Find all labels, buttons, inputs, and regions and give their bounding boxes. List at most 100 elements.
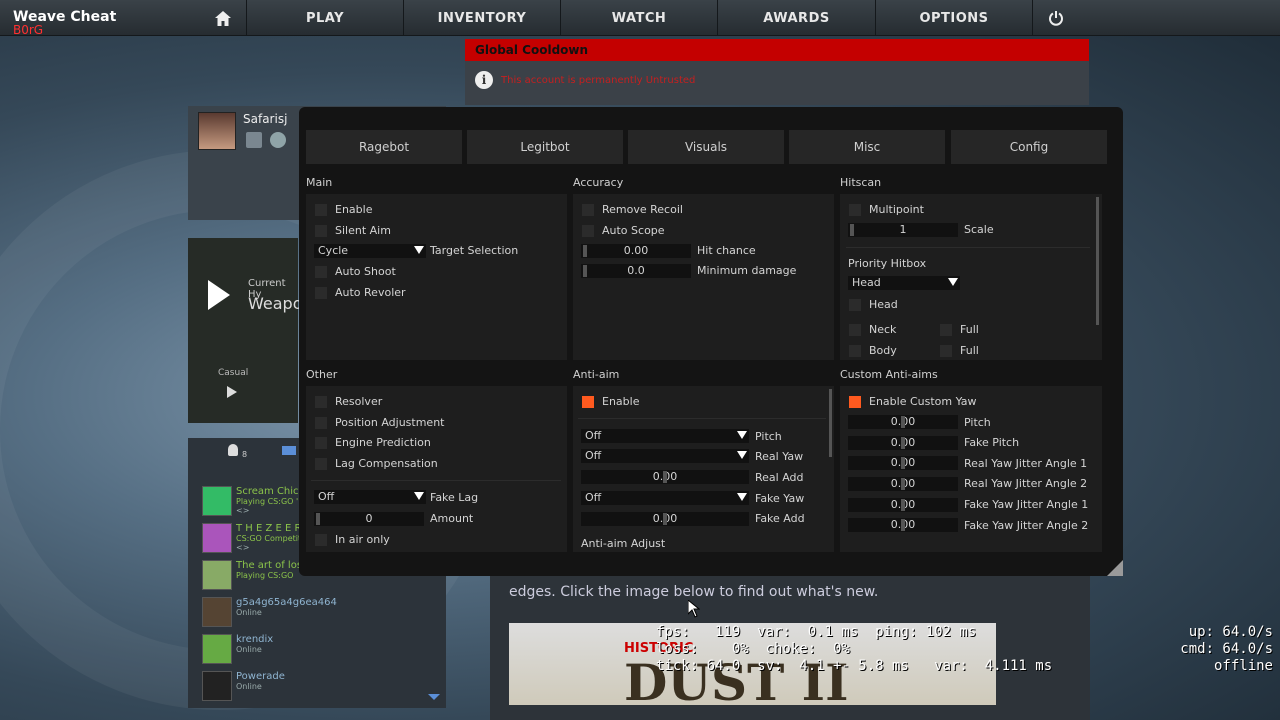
nav-awards-button[interactable]: AWARDS [717, 0, 875, 36]
fake-add-slider[interactable]: 0.00 [581, 512, 749, 526]
priority-hitbox-dropdown[interactable]: Head [848, 276, 960, 290]
minimum-damage-slider[interactable]: 0.0 [581, 264, 691, 278]
checkbox[interactable] [940, 344, 952, 357]
slider-handle[interactable] [901, 499, 905, 511]
fake-yaw-jitter-2-slider[interactable]: 0.00 [848, 518, 958, 532]
anti-aim-group [573, 386, 834, 552]
list-item[interactable]: T H E Z E E R CS:GO Competiti <> [202, 523, 303, 555]
auto-revolver-checkbox[interactable]: Auto Revoler [315, 286, 406, 299]
checkbox[interactable] [315, 203, 327, 216]
tab-visuals[interactable]: Visuals [628, 130, 784, 164]
checkbox[interactable] [315, 286, 327, 299]
real-yaw-jitter-2-slider[interactable]: 0.00 [848, 477, 958, 491]
anti-aim-scrollbar[interactable] [829, 389, 832, 457]
chevron-down-icon[interactable] [428, 694, 440, 700]
checkbox[interactable] [315, 457, 327, 470]
resize-grip[interactable] [1107, 560, 1123, 576]
nav-options-button[interactable]: OPTIONS [875, 0, 1032, 36]
slider-handle[interactable] [316, 513, 320, 525]
checkbox[interactable] [582, 224, 594, 237]
cheat-menu-window[interactable]: Ragebot Legitbot Visuals Misc Config Mai… [299, 107, 1123, 576]
checkbox[interactable] [315, 265, 327, 278]
tab-misc[interactable]: Misc [789, 130, 945, 164]
custom-fake-pitch-slider[interactable]: 0.00 [848, 436, 958, 450]
lag-compensation-checkbox[interactable]: Lag Compensation [315, 457, 438, 470]
netgraph-up: up: 64.0/s [1188, 624, 1273, 640]
auto-scope-checkbox[interactable]: Auto Scope [582, 224, 665, 237]
real-yaw-dropdown[interactable]: Off [581, 449, 749, 463]
mail-icon[interactable] [282, 446, 296, 455]
checkbox[interactable] [849, 344, 861, 357]
in-air-only-checkbox[interactable]: In air only [315, 533, 390, 546]
slider-handle[interactable] [901, 519, 905, 531]
tab-legitbot[interactable]: Legitbot [467, 130, 623, 164]
multipoint-checkbox[interactable]: Multipoint [849, 203, 924, 216]
checkbox[interactable] [849, 395, 861, 408]
nav-watch-button[interactable]: WATCH [560, 0, 717, 36]
scale-slider[interactable]: 1 [848, 223, 958, 237]
auto-shoot-checkbox[interactable]: Auto Shoot [315, 265, 396, 278]
friends-user-icon[interactable] [228, 444, 238, 456]
checkbox[interactable] [849, 203, 861, 216]
pitch-dropdown[interactable]: Off [581, 429, 749, 443]
checkbox[interactable] [315, 395, 327, 408]
hitscan-scrollbar[interactable] [1096, 197, 1099, 325]
play-icon [208, 280, 230, 310]
engine-prediction-checkbox[interactable]: Engine Prediction [315, 436, 431, 449]
fake-lag-dropdown[interactable]: Off [314, 490, 426, 504]
remove-recoil-checkbox[interactable]: Remove Recoil [582, 203, 683, 216]
checkbox[interactable] [849, 323, 861, 336]
checkbox[interactable] [582, 203, 594, 216]
home-icon [215, 10, 231, 26]
hit-chance-slider[interactable]: 0.00 [581, 244, 691, 258]
real-yaw-jitter-1-slider[interactable]: 0.00 [848, 456, 958, 470]
avatar[interactable] [198, 112, 236, 150]
checkbox[interactable] [315, 533, 327, 546]
profile-name[interactable]: Safarisj [243, 112, 287, 126]
body-checkbox[interactable]: Body [849, 344, 897, 357]
main-enable-checkbox[interactable]: Enable [315, 203, 372, 216]
enable-custom-yaw-checkbox[interactable]: Enable Custom Yaw [849, 395, 977, 408]
anti-aim-enable-checkbox[interactable]: Enable [582, 395, 639, 408]
nav-inventory-button[interactable]: INVENTORY [403, 0, 560, 36]
resolver-checkbox[interactable]: Resolver [315, 395, 382, 408]
list-item[interactable]: Powerade Online [202, 671, 285, 703]
power-button[interactable] [1032, 0, 1078, 36]
head-checkbox[interactable]: Head [849, 298, 898, 311]
position-adjustment-checkbox[interactable]: Position Adjustment [315, 416, 444, 429]
body-full-checkbox[interactable]: Full [940, 344, 979, 357]
checkbox[interactable] [315, 416, 327, 429]
fake-yaw-dropdown[interactable]: Off [581, 491, 749, 505]
slider-handle[interactable] [583, 245, 587, 257]
video-panel[interactable]: Current Hy Weapo Casual [188, 238, 302, 423]
slider-handle[interactable] [663, 513, 667, 525]
custom-pitch-slider[interactable]: 0.00 [848, 415, 958, 429]
checkbox[interactable] [582, 395, 594, 408]
home-button[interactable] [200, 0, 246, 36]
tab-ragebot[interactable]: Ragebot [306, 130, 462, 164]
list-item[interactable]: g5a4g65a4g6ea464 Online [202, 597, 337, 629]
slider-handle[interactable] [663, 471, 667, 483]
amount-slider[interactable]: 0 [314, 512, 424, 526]
slider-handle[interactable] [901, 478, 905, 490]
list-item[interactable]: krendix Online [202, 634, 273, 666]
slider-handle[interactable] [901, 437, 905, 449]
list-item[interactable]: The art of los Playing CS:GO [202, 560, 302, 592]
checkbox[interactable] [315, 224, 327, 237]
checkbox[interactable] [849, 298, 861, 311]
target-selection-dropdown[interactable]: Cycle [314, 244, 426, 258]
checkbox[interactable] [940, 323, 952, 336]
slider-handle[interactable] [583, 265, 587, 277]
real-add-slider[interactable]: 0.00 [581, 470, 749, 484]
tab-config[interactable]: Config [951, 130, 1107, 164]
slider-handle[interactable] [850, 224, 854, 236]
checkbox[interactable] [315, 436, 327, 449]
nav-play-button[interactable]: PLAY [246, 0, 403, 36]
slider-handle[interactable] [901, 457, 905, 469]
fake-yaw-jitter-1-slider[interactable]: 0.00 [848, 498, 958, 512]
slider-handle[interactable] [901, 416, 905, 428]
neck-full-checkbox[interactable]: Full [940, 323, 979, 336]
silent-aim-checkbox[interactable]: Silent Aim [315, 224, 391, 237]
neck-checkbox[interactable]: Neck [849, 323, 896, 336]
list-item[interactable]: Scream Chic Playing CS:GO 'H <> [202, 486, 304, 518]
